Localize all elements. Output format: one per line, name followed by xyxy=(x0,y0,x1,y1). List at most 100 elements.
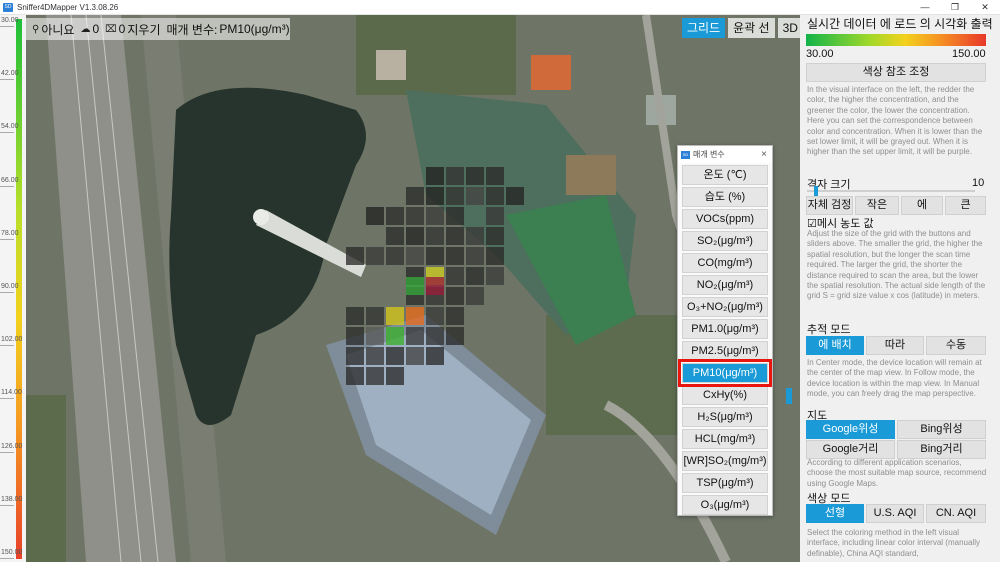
grid-size-slider-thumb[interactable] xyxy=(814,186,818,196)
variable-button[interactable]: [WR]SO₂(mg/m³) xyxy=(682,451,768,471)
tracking-manual-button[interactable]: 수동 xyxy=(926,336,986,355)
color-description: In the visual interface on the left, the… xyxy=(807,85,983,157)
grid-cell xyxy=(466,167,484,185)
grid-cell xyxy=(386,247,404,265)
grid-cell xyxy=(386,347,404,365)
map-scrollbar[interactable] xyxy=(785,160,793,530)
variable-button[interactable]: HCL(mg/m³) xyxy=(682,429,768,449)
color-mode-us-aqi-button[interactable]: U.S. AQI xyxy=(866,504,924,523)
app-logo-icon: SD xyxy=(3,2,13,12)
map-bing-satellite-button[interactable]: Bing위성 xyxy=(897,420,986,439)
close-icon[interactable]: × xyxy=(761,149,767,160)
grid-view-button[interactable]: 그리드 xyxy=(682,18,726,38)
legend-tick-mark xyxy=(0,132,14,134)
grid-cell xyxy=(346,247,364,265)
grid-cell xyxy=(426,167,444,185)
legend-tick-mark xyxy=(0,504,14,506)
grid-cell xyxy=(446,187,464,205)
variable-button[interactable]: O₃+NO₂(μg/m³) xyxy=(682,297,768,317)
variable-indicator: 매개 변수: PM10(μg/m³) xyxy=(166,21,289,38)
variable-label: 매개 변수: xyxy=(166,22,218,37)
variable-button[interactable]: TSP(μg/m³) xyxy=(682,473,768,493)
grid-cell xyxy=(406,187,424,205)
grid-cell xyxy=(406,327,424,345)
legend-tick-label: 90.00 xyxy=(1,283,19,290)
grid-cell xyxy=(386,207,404,225)
grid-cell xyxy=(426,307,444,325)
tracking-follow-button[interactable]: 따라 xyxy=(866,336,924,355)
clear-label: 지우기 xyxy=(127,22,161,37)
legend-tick-label: 54.00 xyxy=(1,123,19,131)
grid-cell xyxy=(446,247,464,265)
variable-panel-title: 매개 변수 xyxy=(693,150,725,159)
variable-button[interactable]: NO₂(μg/m³) xyxy=(682,275,768,295)
variable-button[interactable]: CO(mg/m³) xyxy=(682,253,768,273)
grid-cell xyxy=(446,307,464,325)
color-legend: 30.00 42.00 54.00 66.00 78.00 90.00 102.00 114.… xyxy=(0,15,26,562)
clear-button[interactable]: ⌧ 0 지우기 xyxy=(105,21,160,38)
cloud-icon: ☁ xyxy=(80,23,91,35)
grid-cell xyxy=(446,167,464,185)
grid-cell xyxy=(426,187,444,205)
legend-tick-mark xyxy=(0,185,14,187)
grid-cell xyxy=(386,307,404,325)
grid-cell xyxy=(486,167,504,185)
grid-cell xyxy=(406,347,424,365)
variable-button[interactable]: 습도 (%) xyxy=(682,187,768,207)
grid-cell xyxy=(386,227,404,245)
scrollbar-thumb[interactable] xyxy=(786,388,792,404)
clear-count: 0 xyxy=(118,22,126,36)
color-gradient-bar xyxy=(806,34,986,46)
legend-tick-mark xyxy=(0,292,14,293)
grid-cell xyxy=(346,307,364,325)
legend-tick-mark xyxy=(0,345,14,347)
map-bing-street-button[interactable]: Bing거리 xyxy=(897,440,986,459)
grid-cell xyxy=(346,347,364,365)
trash-icon: ⌧ xyxy=(105,23,117,35)
grid-size-slider[interactable] xyxy=(807,190,975,192)
legend-tick-label: 42.00 xyxy=(1,70,19,78)
variable-panel-header[interactable]: SD 매개 변수 × xyxy=(678,146,772,163)
tracking-description: In Center mode, the device location will… xyxy=(807,358,982,399)
point-counter[interactable]: ☁ 0 xyxy=(80,22,99,36)
no-toggle[interactable]: ⚲ 아니요 xyxy=(32,21,74,38)
variable-button[interactable]: CxHy(%) xyxy=(682,385,768,405)
tracking-center-button[interactable]: 에 배치 xyxy=(806,336,864,355)
map-google-street-button[interactable]: Google거리 xyxy=(806,440,895,459)
grid-cell xyxy=(446,267,464,285)
variable-button[interactable]: O₃(μg/m³) xyxy=(682,495,768,515)
grid-cell xyxy=(366,247,384,265)
grid-cell xyxy=(466,187,484,205)
grid-cell xyxy=(406,277,424,295)
grid-button-large[interactable]: 큰 xyxy=(945,196,986,215)
window-title: Sniffer4DMapper V1.3.08.26 xyxy=(17,2,119,12)
grid-description: Adjust the size of the grid with the but… xyxy=(807,229,986,301)
grid-cell xyxy=(446,207,464,225)
maximize-button[interactable]: ❐ xyxy=(940,0,970,15)
legend-tick-label: 126.00 xyxy=(1,442,23,450)
variable-button[interactable]: H₂S(μg/m³) xyxy=(682,407,768,427)
contour-view-button[interactable]: 윤곽 선 xyxy=(728,18,775,38)
legend-tick-mark xyxy=(0,79,14,81)
grid-cell xyxy=(466,267,484,285)
variable-button[interactable]: PM2.5(μg/m³) xyxy=(682,341,768,361)
grid-button-medium[interactable]: 에 xyxy=(901,196,943,215)
grid-cell xyxy=(446,287,464,305)
variable-button[interactable]: SO₂(μg/m³) xyxy=(682,231,768,251)
variable-button[interactable]: 온도 (℃) xyxy=(682,165,768,185)
legend-tick-label: 150.00 xyxy=(1,549,23,556)
minimize-button[interactable]: — xyxy=(910,0,940,15)
grid-size-value: 10 xyxy=(972,177,985,189)
grid-cell xyxy=(466,247,484,265)
color-mode-linear-button[interactable]: 선형 xyxy=(806,504,864,523)
color-mode-cn-aqi-button[interactable]: CN. AQI xyxy=(926,504,986,523)
map-google-satellite-button[interactable]: Google위성 xyxy=(806,420,895,439)
variable-button[interactable]: PM1.0(μg/m³) xyxy=(682,319,768,339)
variable-button[interactable]: VOCs(ppm) xyxy=(682,209,768,229)
grid-button-calibrate[interactable]: 자체 검정 xyxy=(806,196,853,215)
close-button[interactable]: ✕ xyxy=(970,0,1000,15)
title-bar: SD Sniffer4DMapper V1.3.08.26 — ❐ ✕ xyxy=(0,0,1000,15)
color-reference-button[interactable]: 색상 참조 조정 xyxy=(806,63,986,82)
grid-button-small[interactable]: 작은 xyxy=(855,196,899,215)
variable-button[interactable]: PM10(μg/m³) xyxy=(678,359,772,387)
